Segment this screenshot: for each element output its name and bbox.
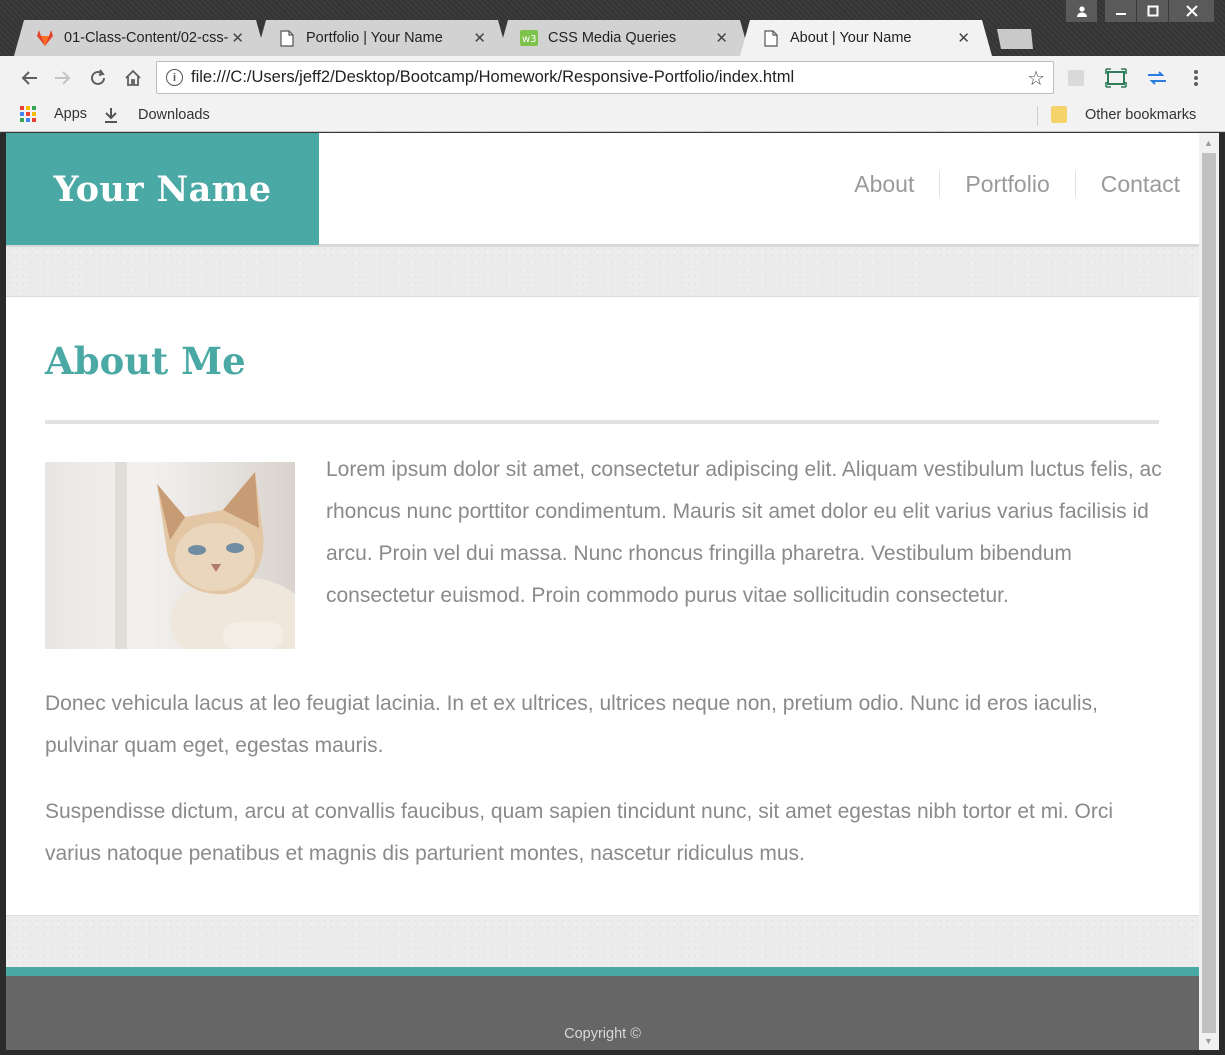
address-bar[interactable]: i file:///C:/Users/jeff2/Desktop/Bootcam… (156, 61, 1054, 94)
bookmarks-bar: Apps Downloads Other bookmarks (0, 100, 1225, 132)
download-icon (102, 106, 120, 124)
about-paragraph-1: Lorem ipsum dolor sit amet, consectetur … (326, 458, 1162, 607)
tab-title: About | Your Name (790, 30, 912, 46)
window-frame-right (1219, 133, 1225, 1055)
tab-title: 01-Class-Content/02-css- (64, 30, 229, 46)
nav-link-portfolio[interactable]: Portfolio (939, 171, 1074, 197)
screen-capture-icon[interactable] (1104, 66, 1128, 90)
about-paragraph-3: Suspendisse dictum, arcu at convallis fa… (45, 800, 1114, 865)
page-icon (762, 29, 780, 47)
close-icon[interactable]: ✕ (473, 29, 486, 47)
site-nav: About Portfolio Contact (829, 171, 1180, 197)
url-text: file:///C:/Users/jeff2/Desktop/Bootcamp/… (191, 68, 795, 86)
browser-chrome: 01-Class-Content/02-css- ✕ Portfolio | Y… (0, 0, 1225, 133)
page-title: About Me (45, 339, 246, 383)
maximize-icon[interactable] (1136, 0, 1168, 22)
copyright-text: Copyright © (564, 1026, 641, 1042)
scroll-up-icon[interactable]: ▲ (1204, 138, 1213, 148)
close-icon[interactable]: ✕ (715, 29, 728, 47)
minimize-icon[interactable] (1104, 0, 1136, 22)
tab-css-media-queries[interactable]: w3 CSS Media Queries ✕ (498, 20, 750, 56)
sync-arrows-icon[interactable] (1145, 66, 1169, 90)
page-scrollbar[interactable]: ▲ ▼ (1199, 133, 1219, 1050)
about-section: About Me Lorem ipsum dolor sit amet, con… (6, 296, 1199, 916)
menu-dots-icon[interactable] (1184, 66, 1208, 90)
apps-grid-icon (20, 106, 36, 122)
profile-photo (45, 462, 295, 649)
bookmark-downloads[interactable]: Downloads (102, 106, 210, 124)
about-paragraph-2: Donec vehicula lacus at leo feugiat laci… (45, 692, 1098, 757)
extension-icon[interactable] (1064, 66, 1088, 90)
bookmark-star-icon[interactable]: ☆ (1027, 66, 1045, 91)
back-icon[interactable] (15, 64, 43, 92)
site-footer: Copyright © (6, 967, 1199, 1050)
tab-title: Portfolio | Your Name (306, 30, 443, 46)
home-icon[interactable] (119, 64, 147, 92)
site-brand[interactable]: Your Name (6, 133, 319, 245)
svg-text:w3: w3 (522, 34, 537, 45)
folder-icon (1051, 106, 1067, 123)
bookmark-label: Other bookmarks (1085, 106, 1197, 123)
page-viewport: Your Name About Portfolio Contact About … (6, 133, 1199, 1050)
forward-icon[interactable] (49, 64, 77, 92)
tab-class-content[interactable]: 01-Class-Content/02-css- ✕ (14, 20, 266, 56)
tab-portfolio[interactable]: Portfolio | Your Name ✕ (256, 20, 508, 56)
tab-about[interactable]: About | Your Name ✕ (740, 20, 992, 56)
bookmark-label: Downloads (138, 107, 210, 123)
bookmark-label: Apps (54, 106, 88, 122)
bookmark-other[interactable]: Other bookmarks (1051, 106, 1196, 123)
window-close-icon[interactable] (1168, 0, 1214, 22)
reload-icon[interactable] (84, 64, 112, 92)
nav-link-contact[interactable]: Contact (1074, 171, 1180, 197)
info-icon[interactable]: i (166, 69, 183, 86)
new-tab-button[interactable] (991, 29, 1033, 49)
tab-title: CSS Media Queries (548, 30, 677, 46)
bookmark-apps[interactable]: Apps (20, 106, 87, 122)
bookmarks-divider (1037, 106, 1038, 126)
nav-link-about[interactable]: About (829, 171, 939, 197)
gitlab-icon (36, 29, 54, 47)
page-icon (278, 29, 296, 47)
scroll-down-icon[interactable]: ▼ (1204, 1036, 1213, 1046)
close-icon[interactable]: ✕ (957, 29, 970, 47)
w3-icon: w3 (520, 29, 538, 47)
window-frame-bottom (0, 1050, 1225, 1055)
scrollbar-thumb[interactable] (1202, 153, 1216, 1033)
site-header: Your Name About Portfolio Contact (6, 133, 1199, 247)
browser-toolbar: i file:///C:/Users/jeff2/Desktop/Bootcam… (0, 56, 1225, 100)
profile-icon[interactable] (1065, 0, 1097, 22)
close-icon[interactable]: ✕ (231, 29, 244, 47)
tab-strip: 01-Class-Content/02-css- ✕ Portfolio | Y… (0, 0, 1225, 56)
heading-divider (45, 420, 1159, 424)
